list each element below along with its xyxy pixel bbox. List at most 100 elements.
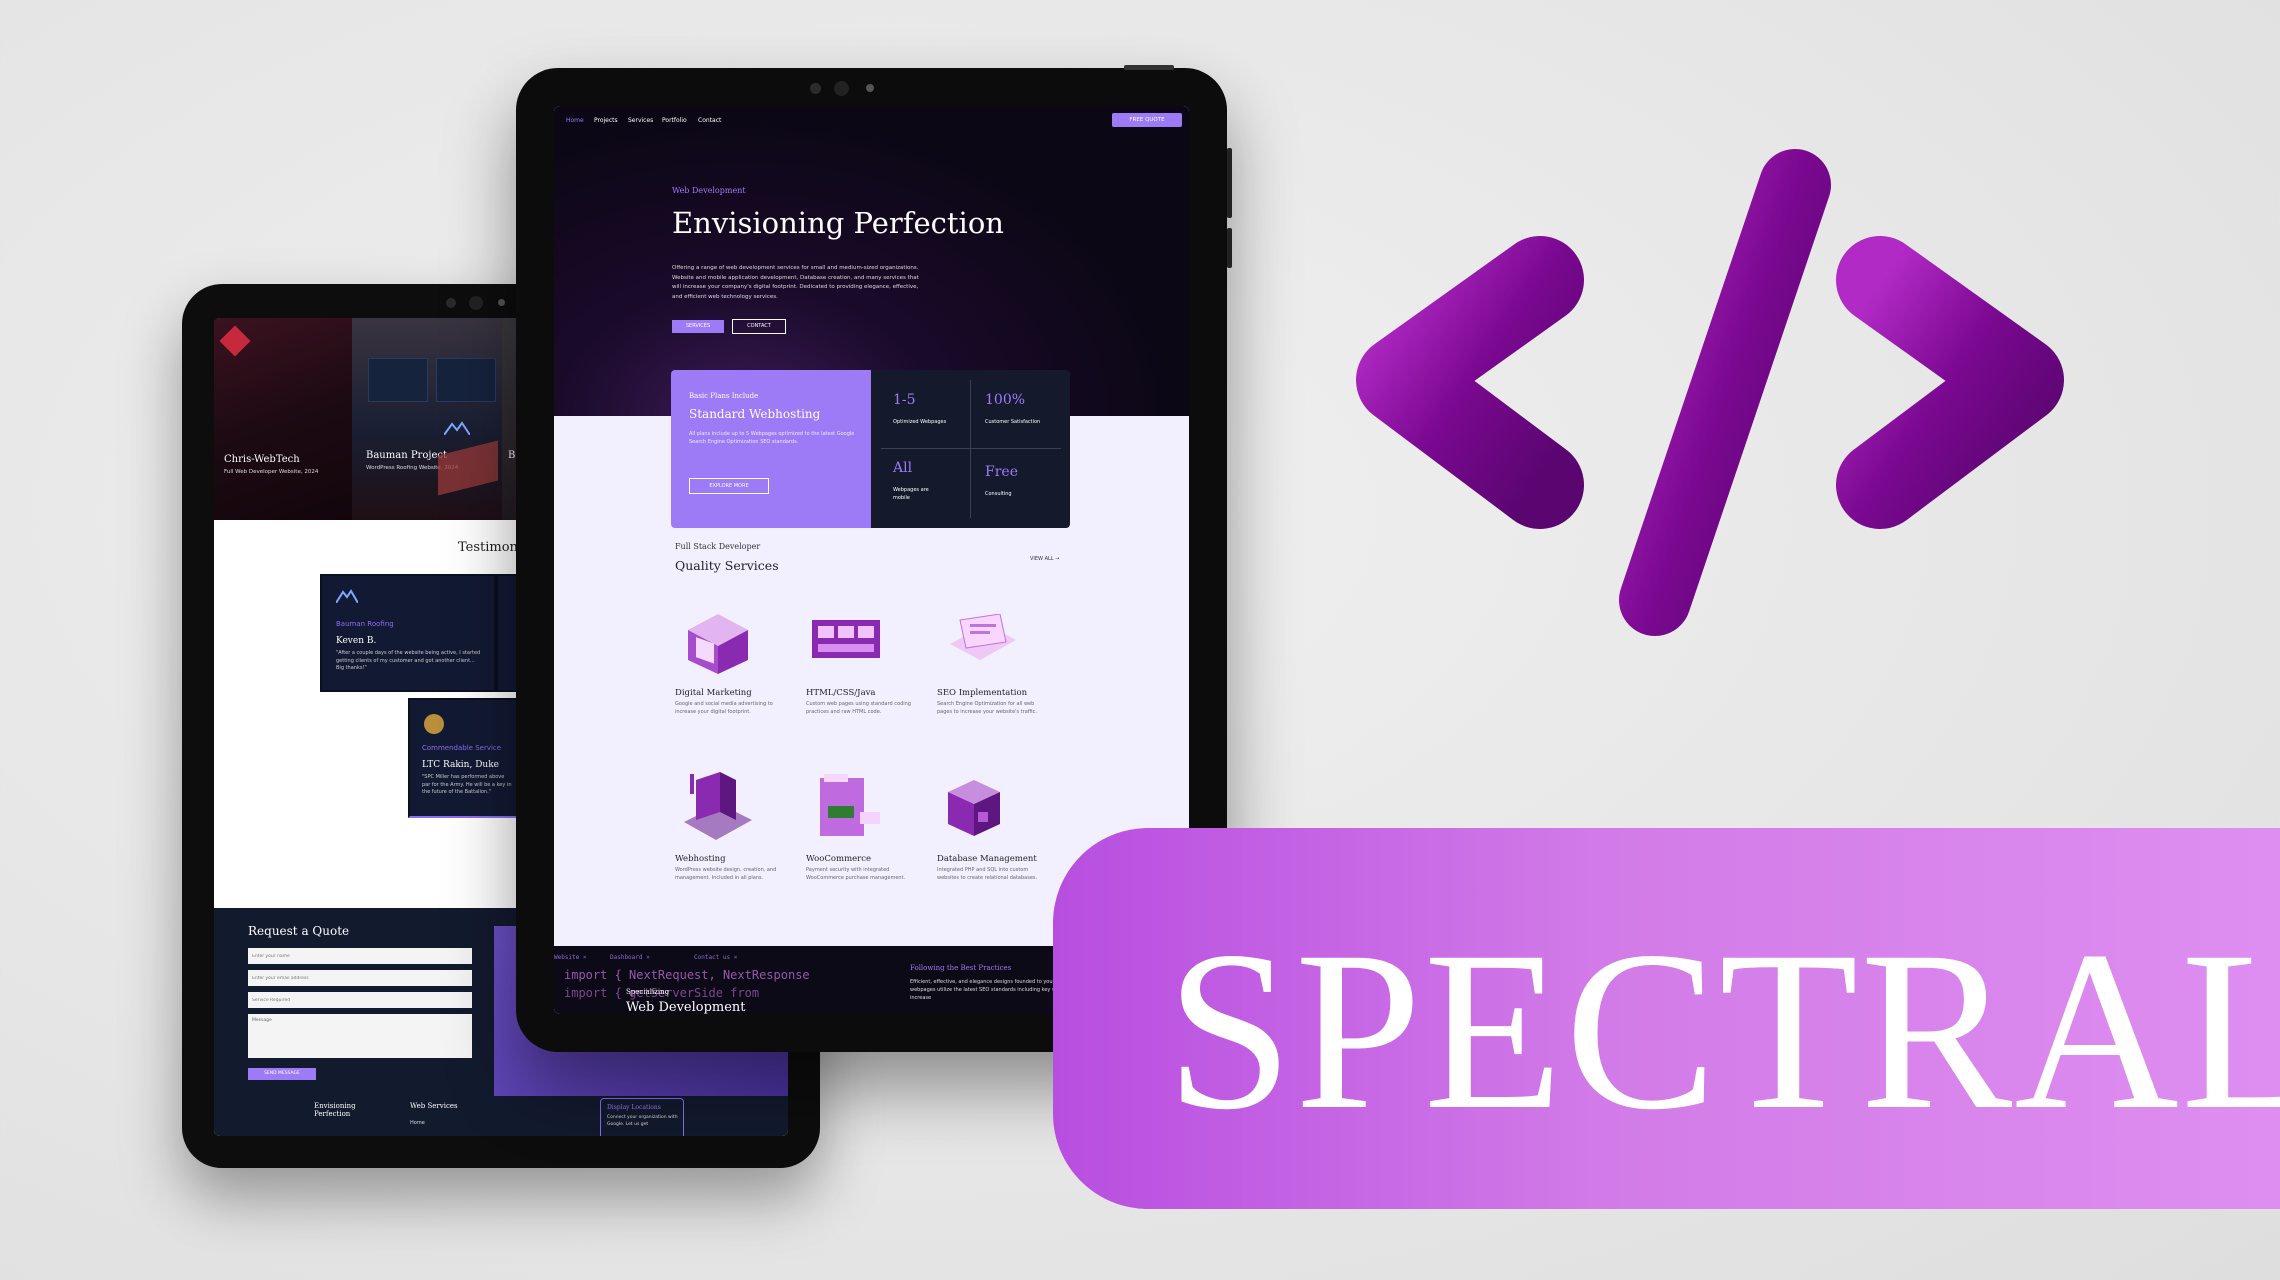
testimonial-text: "SPC Miller has performed above par for … [422,774,512,795]
project-card-chris[interactable]: Chris-WebTech Full Web Developer Website… [214,318,352,520]
service-title: Webhosting [675,854,726,864]
webhosting-icon [680,772,754,846]
html-css-icon [810,616,882,662]
camera-lens-icon [834,81,849,96]
plan-eyebrow: Basic Plans Include [689,392,759,400]
brand-name: SPECTRAL [1166,905,2280,1157]
code-title: Web Development [626,1000,746,1014]
service-title: Digital Marketing [675,688,752,698]
code-subtitle: Specializing [626,988,670,996]
services-eyebrow: Full Stack Developer [675,542,761,551]
stat-label: Consulting [985,491,1012,497]
testimonial-text: "After a couple days of the website bein… [336,650,481,671]
service-desc: Search Engine Optimization for all web p… [937,701,1037,715]
divider [881,448,1061,449]
nav-contact[interactable]: Contact [698,117,721,124]
code-tab: Website × [554,954,587,961]
stat-number: Free [985,464,1018,480]
view-all-link[interactable]: VIEW ALL → [1030,556,1059,562]
code-brackets-icon [1340,130,2080,670]
service-title: WooCommerce [806,854,872,864]
hero-eyebrow: Web Development [672,186,746,195]
power-button [1227,228,1232,268]
project-card-bauman[interactable]: Bauman Project WordPress Roofing Website… [352,318,502,520]
volume-button [1227,148,1232,218]
service-title: HTML/CSS/Java [806,688,876,698]
project-screenshot [368,358,428,402]
service-input[interactable] [248,992,472,1008]
seal-icon [424,714,444,734]
nav-projects[interactable]: Projects [594,117,618,124]
project-title: Bauman Project [366,450,447,461]
footer-services-title: Web Services [410,1102,458,1110]
testimonial-name: LTC Rakin, Duke [422,760,499,770]
free-quote-button[interactable]: FREE QUOTE [1112,113,1182,127]
nav-portfolio[interactable]: Portfolio [662,117,687,124]
service-desc: Payment security with integrated WooComm… [806,867,906,881]
explore-more-button[interactable]: EXPLORE MORE [689,478,769,494]
top-button [1124,65,1174,70]
seo-icon [946,613,1018,674]
camera-lens-icon [469,296,483,310]
nav-services[interactable]: Services [628,117,653,124]
services-button[interactable]: SERVICES [672,320,724,333]
mountain-logo-icon [443,420,471,436]
divider [970,380,971,518]
contact-button[interactable]: CONTACT [732,319,786,334]
badge-text: Connect your organization with Google. L… [607,1115,678,1127]
project-title: B [508,450,516,461]
stat-number: 1-5 [893,392,916,408]
code-tab: Contact us × [694,954,738,961]
best-practices-title: Following the Best Practices [910,964,1012,972]
project-subtitle: Full Web Developer Website, 2024 [224,469,319,475]
nav-home[interactable]: Home [566,117,584,124]
hero-title: Envisioning Perfection [672,206,1004,240]
footer-title: Envisioning Perfection [314,1102,356,1119]
woocommerce-icon [810,772,884,846]
stats-grid: 1-5 Optimized Webpages 100% Customer Sat… [871,370,1070,528]
sensor-icon [498,299,505,306]
name-input[interactable] [248,948,472,964]
badge-title: Display Locations [607,1104,661,1111]
send-message-button[interactable]: SEND MESSAGE [248,1068,316,1080]
footer-link-home[interactable]: Home [410,1120,425,1126]
email-input[interactable] [248,970,472,986]
stat-label: Optimized Webpages [893,419,947,425]
locations-badge[interactable]: Display Locations Connect your organizat… [600,1098,684,1136]
plan-card: Basic Plans Include Standard Webhosting … [671,370,871,528]
service-title: SEO Implementation [937,688,1028,698]
project-screenshot [436,358,496,402]
marketing-icon [682,610,752,674]
code-line: import { NextRequest, NextResponse [564,968,810,982]
camera-icon [810,83,821,94]
service-desc: Integrated PHP and SQL into custom websi… [937,867,1038,881]
code-tab: Dashboard × [610,954,650,961]
database-icon [944,776,1006,840]
testimonial-name: Keven B. [336,636,377,646]
service-desc: WordPress website design, creation, and … [675,867,777,881]
testimonial-card: Commendable Service LTC Rakin, Duke "SPC… [408,698,522,818]
stat-label: Customer Satisfaction [985,419,1041,425]
stat-number: All [893,460,913,476]
message-input[interactable]: Message [248,1014,472,1058]
services-title: Quality Services [675,558,779,573]
testimonial-card: Bauman Roofing Keven B. "After a couple … [320,574,496,692]
project-logo-icon [219,325,251,357]
stat-number: 100% [985,392,1026,408]
service-desc: Google and social media advertising to i… [675,701,773,715]
hero-description: Offering a range of web development serv… [672,265,919,300]
roof-image [438,440,498,496]
plan-title: Standard Webhosting [689,407,821,421]
quote-title: Request a Quote [248,924,350,938]
mountain-logo-icon [335,588,359,604]
testimonial-company: Bauman Roofing [336,620,394,628]
camera-icon [446,298,456,308]
service-title: Database Management [937,854,1037,864]
stat-label: Webpages are mobile [893,487,929,501]
testimonial-company: Commendable Service [422,744,502,752]
testimonials-title: Testimon [458,540,518,555]
project-title: Chris-WebTech [224,454,300,465]
plan-description: All plans include up to 5 Webpages optim… [689,431,855,445]
service-desc: Custom web pages using standard coding p… [806,701,911,715]
sensor-icon [866,84,874,92]
